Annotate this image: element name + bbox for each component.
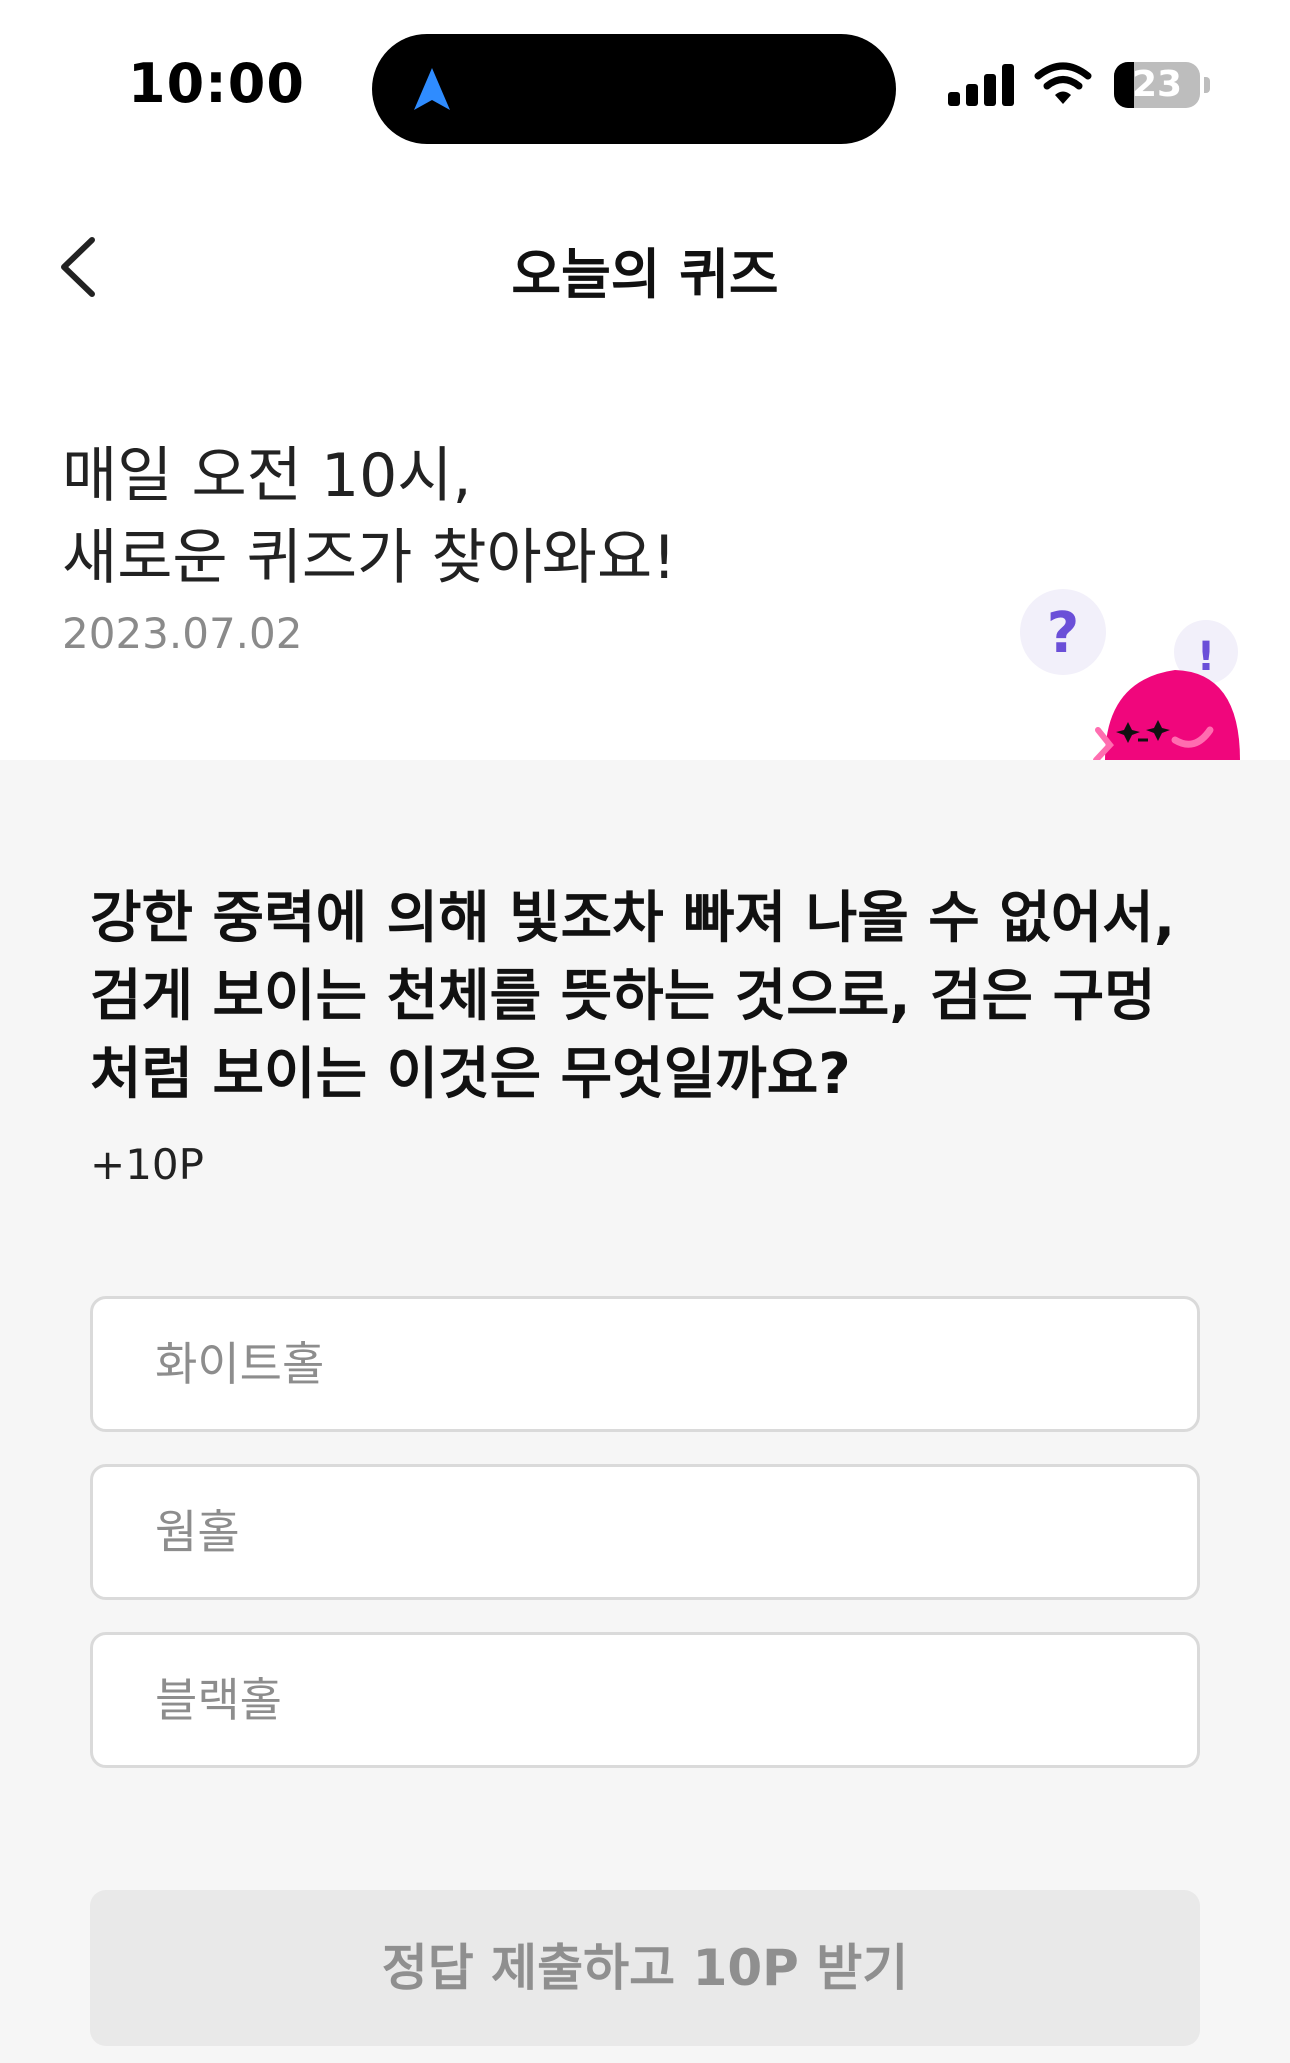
answer-option-label: 웜홀 <box>155 1505 240 1559</box>
signal-icon <box>948 64 1014 106</box>
answer-option-label: 블랙홀 <box>155 1673 282 1727</box>
quiz-points: +10P <box>90 1140 204 1189</box>
status-bar: 10:00 23 <box>0 0 1290 150</box>
wifi-icon <box>1034 62 1092 104</box>
mascot-body <box>1105 670 1240 760</box>
quiz-question: 강한 중력에 의해 빛조차 빠져 나올 수 없어서, 검게 보이는 천체를 뜻하… <box>90 886 1176 1107</box>
submit-answer-label: 정답 제출하고 10P 받기 <box>381 1939 909 1997</box>
answer-option-2[interactable]: 웜홀 <box>90 1464 1200 1600</box>
answer-option-label: 화이트홀 <box>155 1337 325 1391</box>
dynamic-island <box>372 34 896 144</box>
battery-cap <box>1204 77 1210 93</box>
quiz-intro: 매일 오전 10시, 새로운 퀴즈가 찾아와요! 2023.07.02 <box>62 435 962 658</box>
answer-option-3[interactable]: 블랙홀 <box>90 1632 1200 1768</box>
page-title: 오늘의 퀴즈 <box>511 243 779 306</box>
header: 오늘의 퀴즈 <box>0 190 1290 330</box>
quiz-date: 2023.07.02 <box>62 609 303 658</box>
chevron-left-icon[interactable] <box>50 230 110 300</box>
navigation-arrow-icon <box>414 68 450 110</box>
mascot-illustration: ? ! <box>1020 589 1240 760</box>
intro-line-1: 매일 오전 10시, <box>62 441 472 511</box>
battery-body: 23 <box>1114 62 1200 108</box>
submit-answer-button[interactable]: 정답 제출하고 10P 받기 <box>90 1890 1200 2046</box>
battery-level: 23 <box>1131 64 1183 105</box>
answer-option-1[interactable]: 화이트홀 <box>90 1296 1200 1432</box>
quiz-content: 강한 중력에 의해 빛조차 빠져 나올 수 없어서, 검게 보이는 천체를 뜻하… <box>0 760 1290 2063</box>
exclamation-mark: ! <box>1197 634 1215 680</box>
question-mark: ? <box>1047 601 1079 666</box>
status-time: 10:00 <box>128 52 305 115</box>
intro-line-2: 새로운 퀴즈가 찾아와요! <box>62 523 677 593</box>
battery-icon: 23 <box>1114 62 1210 108</box>
